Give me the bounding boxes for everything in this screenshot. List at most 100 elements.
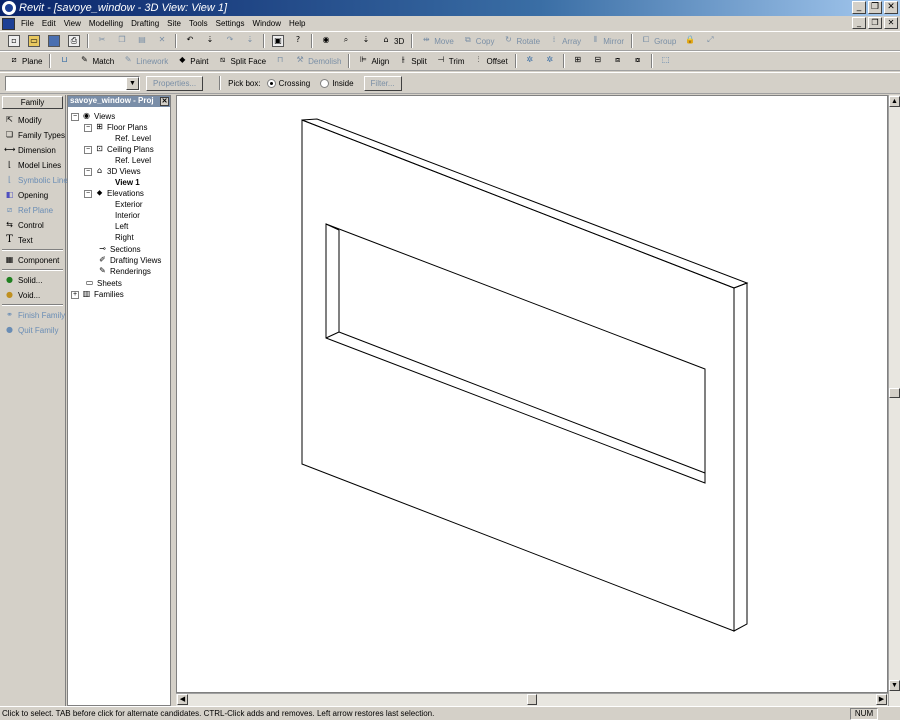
copy-button[interactable]: ❐ xyxy=(112,33,132,49)
tree-elevations[interactable]: − ⬥ Elevations xyxy=(84,188,144,199)
opening-tool[interactable]: ◧ Opening xyxy=(0,188,65,202)
collapse-icon[interactable]: − xyxy=(84,189,92,198)
tree-families[interactable]: + ▥ Families xyxy=(71,289,124,300)
plane-button[interactable]: ⧄ Plane xyxy=(4,53,46,69)
crossing-radio[interactable] xyxy=(266,78,276,88)
offset-button[interactable]: ⫶ Offset xyxy=(469,53,512,69)
collapse-icon[interactable]: − xyxy=(84,123,92,132)
resize-button[interactable]: ⤢ xyxy=(700,33,720,49)
scroll-down-button[interactable]: ▼ xyxy=(889,680,900,691)
type-selector[interactable]: ▼ xyxy=(5,75,140,91)
collapse-icon[interactable]: − xyxy=(84,167,92,176)
switch-windows-button[interactable]: ▣ xyxy=(268,33,288,49)
ref-plane-tool[interactable]: ⧄ Ref Plane xyxy=(0,203,65,217)
collapse-icon[interactable]: − xyxy=(71,112,79,121)
tree-sections[interactable]: ⊸ Sections xyxy=(97,244,141,255)
tool-e-button[interactable]: ⧈ xyxy=(608,53,628,69)
split-button[interactable]: ⫲ Split xyxy=(393,53,431,69)
document-icon[interactable] xyxy=(2,17,15,30)
section-box-button[interactable]: ⊔ xyxy=(54,53,74,69)
horizontal-scroll-thumb[interactable] xyxy=(527,694,537,705)
menu-drafting[interactable]: Drafting xyxy=(127,19,163,28)
minimize-button[interactable]: _ xyxy=(852,1,866,14)
tool-f-button[interactable]: ⧇ xyxy=(628,53,648,69)
menu-view[interactable]: View xyxy=(60,19,85,28)
tree-view-1[interactable]: View 1 xyxy=(115,177,140,188)
scroll-up-button[interactable]: ▲ xyxy=(889,96,900,107)
delete-button[interactable]: ✕ xyxy=(152,33,172,49)
move-button[interactable]: ⇹ Move xyxy=(416,33,458,49)
undo-list-button[interactable]: ⇣ xyxy=(200,33,220,49)
symbolic-line-tool[interactable]: ⌊ Symbolic Line xyxy=(0,173,68,187)
vertical-scrollbar[interactable]: ▲ ▼ xyxy=(888,95,900,706)
menu-window[interactable]: Window xyxy=(249,19,285,28)
tool-d-button[interactable]: ⊟ xyxy=(588,53,608,69)
menu-tools[interactable]: Tools xyxy=(185,19,212,28)
redo-button[interactable]: ↷ xyxy=(220,33,240,49)
menu-settings[interactable]: Settings xyxy=(212,19,249,28)
inside-radio[interactable] xyxy=(320,78,330,88)
finish-family-tool[interactable]: ⚭ Finish Family xyxy=(0,308,65,322)
expand-icon[interactable]: + xyxy=(71,290,79,299)
scroll-left-button[interactable]: ◀ xyxy=(177,694,188,705)
redo-list-button[interactable]: ⇣ xyxy=(240,33,260,49)
scroll-right-button[interactable]: ▶ xyxy=(876,694,887,705)
tree-views[interactable]: − ◉ Views xyxy=(71,111,115,122)
linework-button[interactable]: ✎ Linework xyxy=(118,53,172,69)
menu-edit[interactable]: Edit xyxy=(38,19,60,28)
group-button[interactable]: ⧠ Group xyxy=(636,33,680,49)
paste-button[interactable]: ▤ xyxy=(132,33,152,49)
solid-tool[interactable]: ● Solid... xyxy=(0,273,65,287)
3d-view-button[interactable]: ⌂ 3D xyxy=(376,33,408,49)
trim-button[interactable]: ⊣ Trim xyxy=(431,53,469,69)
lock-button[interactable]: 🔒 xyxy=(680,33,700,49)
doc-restore-button[interactable]: ❐ xyxy=(868,17,882,29)
tree-renderings[interactable]: ✎ Renderings xyxy=(97,266,151,277)
quit-family-tool[interactable]: ● Quit Family xyxy=(0,323,65,337)
menu-site[interactable]: Site xyxy=(163,19,185,28)
tree-right[interactable]: Right xyxy=(115,232,134,243)
undo-button[interactable]: ↶ xyxy=(180,33,200,49)
filter-button[interactable]: Filter... xyxy=(363,75,402,91)
zoom-button[interactable]: ⌕ xyxy=(336,33,356,49)
match-button[interactable]: ✎ Match xyxy=(74,53,118,69)
properties-button[interactable]: Properties... xyxy=(146,75,204,91)
tree-sheets[interactable]: ▭ Sheets xyxy=(84,278,122,289)
restore-button[interactable]: ❐ xyxy=(868,1,882,14)
doc-minimize-button[interactable]: _ xyxy=(852,17,866,29)
tool-a-button[interactable]: ✲ xyxy=(520,53,540,69)
split-face-button[interactable]: ⧅ Split Face xyxy=(213,53,271,69)
menu-modelling[interactable]: Modelling xyxy=(85,19,127,28)
doc-close-button[interactable]: ✕ xyxy=(884,17,898,29)
vertical-scroll-thumb[interactable] xyxy=(889,388,900,398)
tool-c-button[interactable]: ⊞ xyxy=(568,53,588,69)
visibility-button[interactable]: ◉ xyxy=(316,33,336,49)
help-pointer-button[interactable]: ? xyxy=(288,33,308,49)
collapse-icon[interactable]: − xyxy=(84,145,92,154)
tree-ceiling-plans[interactable]: − ⊡ Ceiling Plans xyxy=(84,144,154,155)
tree-floor-plans[interactable]: − ⊞ Floor Plans xyxy=(84,122,147,133)
menu-file[interactable]: File xyxy=(17,19,38,28)
control-tool[interactable]: ⇆ Control xyxy=(0,218,65,232)
tree-3d-views[interactable]: − ⌂ 3D Views xyxy=(84,166,141,177)
demolish-button[interactable]: ⚒ Demolish xyxy=(290,53,345,69)
revit-app-icon[interactable] xyxy=(2,1,16,15)
paint-button[interactable]: ◆ Paint xyxy=(172,53,212,69)
tree-drafting-views[interactable]: ✐ Drafting Views xyxy=(97,255,161,266)
horizontal-scrollbar[interactable]: ◀ ▶ xyxy=(176,693,888,706)
window-3d-model[interactable] xyxy=(177,96,889,694)
tool-g-button[interactable]: ⬚ xyxy=(656,53,676,69)
dimension-tool[interactable]: ⟷ Dimension xyxy=(0,143,65,157)
menu-help[interactable]: Help xyxy=(285,19,309,28)
close-icon[interactable]: ✕ xyxy=(160,97,169,106)
mirror-button[interactable]: ⫴ Mirror xyxy=(585,33,628,49)
tool-b-button[interactable]: ✲ xyxy=(540,53,560,69)
copy-tool-button[interactable]: ⧉ Copy xyxy=(458,33,499,49)
tree-interior[interactable]: Interior xyxy=(115,210,140,221)
save-button[interactable] xyxy=(44,33,64,49)
cut-button[interactable]: ✂ xyxy=(92,33,112,49)
tree-ceiling-ref-level[interactable]: Ref. Level xyxy=(115,155,151,166)
text-tool[interactable]: T Text xyxy=(0,233,65,247)
component-tool[interactable]: ▦ Component xyxy=(0,253,65,267)
print-button[interactable]: ⎙ xyxy=(64,33,84,49)
